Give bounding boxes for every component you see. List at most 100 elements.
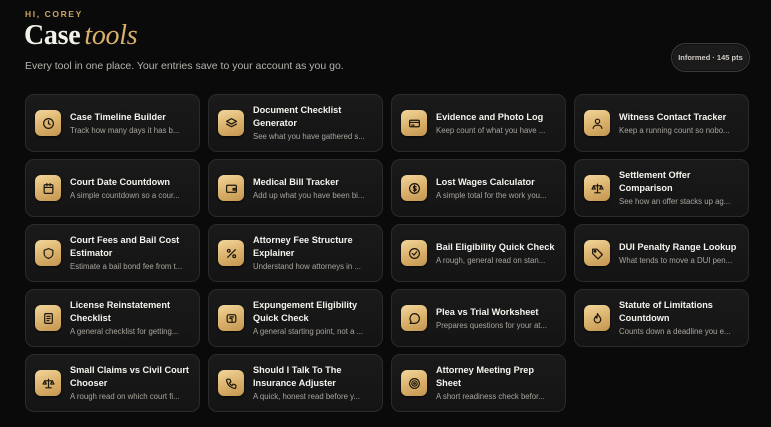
tool-description: A rough read on which court fi... <box>70 392 180 401</box>
case-tools-page: HI, COREY Case tools Every tool in one pl… <box>0 0 771 427</box>
tool-card-text: Expungement Eligibility Quick Check A gen… <box>253 299 372 337</box>
tool-name: Settlement Offer Comparison <box>619 170 691 193</box>
tool-card-text: Evidence and Photo Log Keep count of what… <box>436 111 555 136</box>
tool-name: Court Fees and Bail Cost Estimator <box>70 235 180 258</box>
points-badge[interactable]: Informed · 145 pts <box>671 43 750 72</box>
tool-grid: Case Timeline Builder Track how many days… <box>25 94 749 412</box>
tool-card[interactable]: Lost Wages Calculator A simple total for … <box>391 159 566 217</box>
tool-description: Counts down a deadline you e... <box>619 327 731 336</box>
target-icon <box>401 370 427 396</box>
tag-icon <box>584 240 610 266</box>
tool-description: A quick, honest read before y... <box>253 392 360 401</box>
tool-card-text: Should I Talk To The Insurance Adjuster A… <box>253 364 372 402</box>
wallet-icon <box>218 175 244 201</box>
tool-card-text: Lost Wages Calculator A simple total for … <box>436 176 555 201</box>
scale-icon <box>35 370 61 396</box>
tool-description: Keep a running count so nobo... <box>619 125 730 135</box>
tool-name: Case Timeline Builder <box>70 111 166 122</box>
tool-description: A short readiness check befor... <box>436 392 545 401</box>
percent-icon <box>218 240 244 266</box>
tool-description: See what you have gathered s... <box>253 132 365 141</box>
tool-description: Estimate a bail bond fee from t... <box>70 262 183 271</box>
tool-name: Small Claims vs Civil Court Chooser <box>70 365 189 388</box>
phone-icon <box>218 370 244 396</box>
tool-card[interactable]: Small Claims vs Civil Court Chooser A rou… <box>25 354 200 412</box>
tool-name: Document Checklist Generator <box>253 105 342 128</box>
tool-card-text: Witness Contact Tracker Keep a running co… <box>619 111 738 136</box>
tool-card[interactable]: DUI Penalty Range Lookup What tends to mo… <box>574 224 749 282</box>
chat-icon <box>401 305 427 331</box>
tool-name: Attorney Fee Structure Explainer <box>253 235 353 258</box>
tool-card[interactable]: Attorney Fee Structure Explainer Understa… <box>208 224 383 282</box>
tool-card[interactable]: Attorney Meeting Prep Sheet A short readi… <box>391 354 566 412</box>
tool-card[interactable]: Evidence and Photo Log Keep count of what… <box>391 94 566 152</box>
tool-name: Should I Talk To The Insurance Adjuster <box>253 365 342 388</box>
user-icon <box>584 110 610 136</box>
tool-description: Prepares questions for your at... <box>436 320 547 330</box>
check-circle-icon <box>401 240 427 266</box>
tool-description: A rough, general read on stan... <box>436 255 546 265</box>
page-title-main: Case <box>24 20 81 51</box>
tool-name: Expungement Eligibility Quick Check <box>253 300 358 323</box>
tool-card[interactable]: License Reinstatement Checklist A general… <box>25 289 200 347</box>
dollar-icon <box>401 175 427 201</box>
tool-card-text: Court Fees and Bail Cost Estimator Estima… <box>70 234 189 272</box>
tool-card-text: Plea vs Trial Worksheet Prepares question… <box>436 306 555 331</box>
tool-card-text: Statute of Limitations Countdown Counts d… <box>619 299 738 337</box>
document-icon <box>35 305 61 331</box>
tool-card[interactable]: Statute of Limitations Countdown Counts d… <box>574 289 749 347</box>
tool-description: What tends to move a DUI pen... <box>619 255 733 265</box>
tool-card-text: Small Claims vs Civil Court Chooser A rou… <box>70 364 189 402</box>
page-subtitle: Every tool in one place. Your entries sa… <box>25 60 344 72</box>
tool-card[interactable]: Witness Contact Tracker Keep a running co… <box>574 94 749 152</box>
tool-card-text: Attorney Fee Structure Explainer Understa… <box>253 234 372 272</box>
tool-description: A simple total for the work you... <box>436 190 547 200</box>
tool-description: A general starting point, not a ... <box>253 327 364 336</box>
clock-icon <box>35 110 61 136</box>
tool-card[interactable]: Plea vs Trial Worksheet Prepares question… <box>391 289 566 347</box>
tool-name: Bail Eligibility Quick Check <box>436 241 555 252</box>
tool-card[interactable]: Should I Talk To The Insurance Adjuster A… <box>208 354 383 412</box>
eraser-icon <box>218 305 244 331</box>
tool-name: Lost Wages Calculator <box>436 176 535 187</box>
tool-name: Plea vs Trial Worksheet <box>436 306 539 317</box>
tool-card[interactable]: Case Timeline Builder Track how many days… <box>25 94 200 152</box>
calendar-icon <box>35 175 61 201</box>
tool-description: Keep count of what you have ... <box>436 125 546 135</box>
tool-name: Witness Contact Tracker <box>619 111 727 122</box>
tool-card-text: Bail Eligibility Quick Check A rough, gen… <box>436 241 555 266</box>
layers-icon <box>218 110 244 136</box>
tool-description: See how an offer stacks up ag... <box>619 197 731 206</box>
tool-description: A simple countdown so a cour... <box>70 190 180 200</box>
tool-card[interactable]: Medical Bill Tracker Add up what you have… <box>208 159 383 217</box>
tool-name: Statute of Limitations Countdown <box>619 300 713 323</box>
shield-icon <box>35 240 61 266</box>
tool-name: Court Date Countdown <box>70 176 171 187</box>
greeting: HI, COREY <box>25 9 83 19</box>
tool-name: Medical Bill Tracker <box>253 176 339 187</box>
card-icon <box>401 110 427 136</box>
tool-card[interactable]: Court Date Countdown A simple countdown s… <box>25 159 200 217</box>
flame-icon <box>584 305 610 331</box>
tool-card[interactable]: Court Fees and Bail Cost Estimator Estima… <box>25 224 200 282</box>
tool-card[interactable]: Settlement Offer Comparison See how an of… <box>574 159 749 217</box>
scale-icon <box>584 175 610 201</box>
tool-description: Track how many days it has b... <box>70 125 180 135</box>
tool-card-text: Case Timeline Builder Track how many days… <box>70 111 189 136</box>
tool-card-text: Attorney Meeting Prep Sheet A short readi… <box>436 364 555 402</box>
tool-name: License Reinstatement Checklist <box>70 300 171 323</box>
tool-name: DUI Penalty Range Lookup <box>619 241 737 252</box>
page-title: Case tools <box>24 20 138 52</box>
tool-card[interactable]: Expungement Eligibility Quick Check A gen… <box>208 289 383 347</box>
tool-description: A general checklist for getting... <box>70 327 179 336</box>
tool-description: Add up what you have been bi... <box>253 190 365 200</box>
tool-name: Attorney Meeting Prep Sheet <box>436 365 535 388</box>
tool-description: Understand how attorneys in ... <box>253 262 361 271</box>
tool-name: Evidence and Photo Log <box>436 111 544 122</box>
tool-card-text: Medical Bill Tracker Add up what you have… <box>253 176 372 201</box>
tool-card-text: Court Date Countdown A simple countdown s… <box>70 176 189 201</box>
tool-card[interactable]: Document Checklist Generator See what you… <box>208 94 383 152</box>
tool-card[interactable]: Bail Eligibility Quick Check A rough, gen… <box>391 224 566 282</box>
tool-card-text: Document Checklist Generator See what you… <box>253 104 372 142</box>
tool-card-text: License Reinstatement Checklist A general… <box>70 299 189 337</box>
